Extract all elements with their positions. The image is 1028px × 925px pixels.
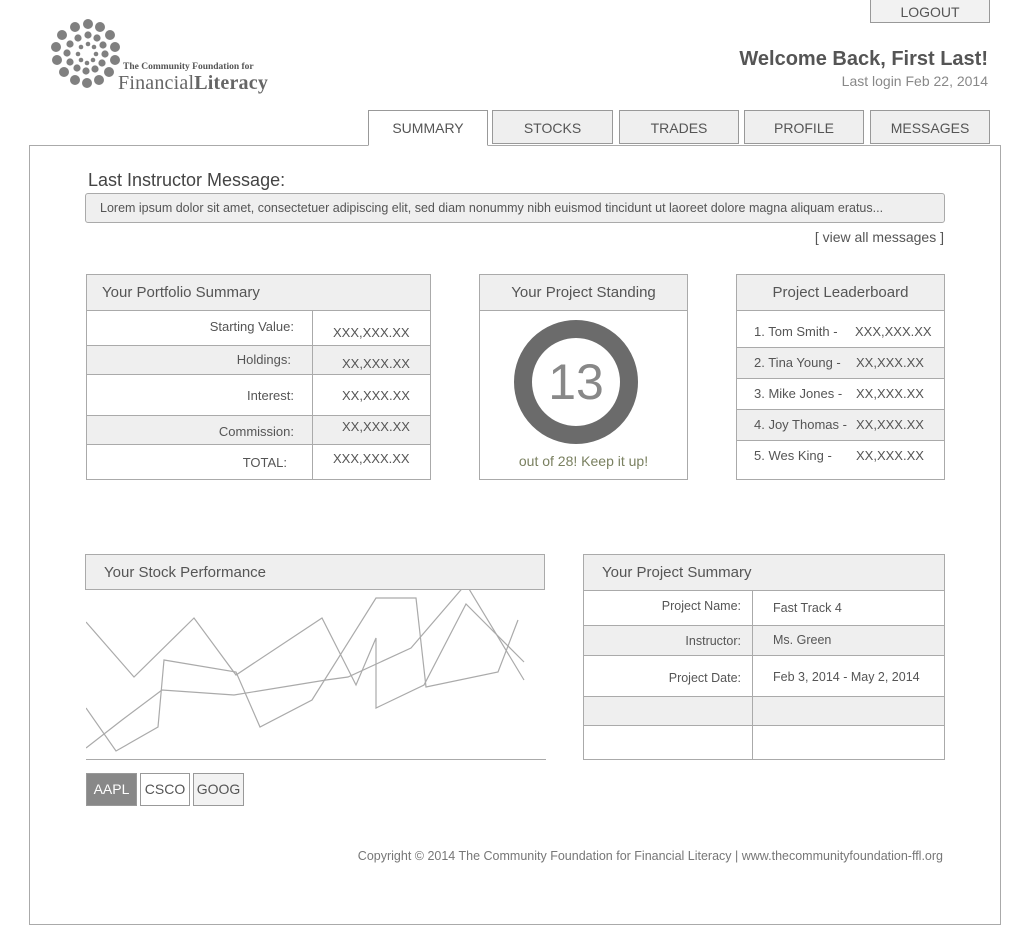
portfolio-summary-card: Your Portfolio Summary Starting Value: X…	[86, 274, 431, 480]
portfolio-table: Starting Value: XXX,XXX.XX Holdings: XX,…	[87, 310, 430, 479]
welcome-message: Welcome Back, First Last!	[739, 48, 988, 70]
row-value: XX,XXX.XX	[342, 356, 410, 371]
list-item: 3. Mike Jones - XX,XXX.XX	[737, 379, 944, 410]
row-value: Feb 3, 2014 - May 2, 2014	[773, 670, 920, 684]
row-label: Interest:	[247, 388, 294, 403]
leader-value: XX,XXX.XX	[856, 448, 924, 463]
project-standing-title: Your Project Standing	[480, 275, 687, 311]
logo-dots-icon	[51, 19, 120, 88]
standing-rank: 13	[548, 354, 604, 410]
tab-profile[interactable]: PROFILE	[744, 110, 864, 144]
table-row	[584, 726, 944, 760]
stock-line	[85, 597, 519, 752]
row-label: TOTAL:	[242, 455, 287, 470]
logo-word-2: Literacy	[194, 72, 269, 94]
tab-stocks[interactable]: STOCKS	[492, 110, 613, 144]
leader-name: 3. Mike Jones -	[754, 386, 843, 401]
stock-chart-svg	[85, 582, 525, 752]
logo-wordmark: FinancialLiteracy	[118, 72, 268, 95]
table-row: Project Name: Fast Track 4	[584, 590, 944, 626]
main-panel	[29, 145, 1001, 925]
standing-caption: out of 28! Keep it up!	[518, 453, 649, 469]
row-value: Ms. Green	[773, 633, 832, 647]
leader-name: 1. Tom Smith -	[754, 324, 838, 339]
logo-tagline: The Community Foundation for	[123, 62, 254, 72]
instructor-message-title: Last Instructor Message:	[88, 170, 286, 190]
table-row: TOTAL: XXX,XXX.XX	[87, 445, 430, 480]
row-label: Starting Value:	[209, 319, 294, 334]
row-value: XX,XXX.XX	[342, 419, 410, 434]
row-label: Instructor:	[685, 634, 741, 648]
column-divider	[312, 310, 313, 479]
table-row: Instructor: Ms. Green	[584, 626, 944, 656]
leader-value: XXX,XXX.XX	[855, 324, 932, 339]
leader-name: 5. Wes King -	[754, 448, 832, 463]
list-item: 4. Joy Thomas - XX,XXX.XX	[737, 410, 944, 441]
row-value: XXX,XXX.XX	[333, 451, 410, 466]
list-item: 1. Tom Smith - XXX,XXX.XX	[737, 317, 944, 348]
table-row: Starting Value: XXX,XXX.XX	[87, 310, 430, 346]
leaderboard-card: Project Leaderboard 1. Tom Smith - XXX,X…	[736, 274, 945, 480]
logo-word-1: Financial	[118, 72, 195, 94]
column-divider	[752, 590, 753, 759]
stock-line	[85, 582, 525, 749]
tab-trades[interactable]: TRADES	[619, 110, 739, 144]
leader-name: 2. Tina Young -	[754, 355, 841, 370]
row-value: XX,XXX.XX	[342, 388, 410, 403]
stock-chart	[85, 582, 546, 760]
logout-button[interactable]: LOGOUT	[870, 0, 990, 23]
project-summary-card: Your Project Summary Project Name: Fast …	[583, 554, 945, 760]
footer-copyright: Copyright © 2014 The Community Foundatio…	[357, 849, 943, 863]
leader-value: XX,XXX.XX	[856, 355, 924, 370]
table-row	[584, 697, 944, 726]
row-label: Project Date:	[668, 671, 741, 685]
table-row: Project Date: Feb 3, 2014 - May 2, 2014	[584, 656, 944, 697]
stock-button-goog[interactable]: GOOG	[193, 773, 244, 806]
stock-button-aapl[interactable]: AAPL	[86, 773, 137, 806]
leader-value: XX,XXX.XX	[856, 417, 924, 432]
last-login: Last login Feb 22, 2014	[841, 73, 988, 89]
stock-line	[85, 602, 525, 709]
row-value: XXX,XXX.XX	[333, 325, 410, 340]
leader-value: XX,XXX.XX	[856, 386, 924, 401]
row-value: Fast Track 4	[773, 601, 842, 615]
table-row: Holdings: XX,XXX.XX	[87, 346, 430, 375]
portfolio-summary-title: Your Portfolio Summary	[87, 275, 430, 311]
row-label: Commission:	[218, 424, 294, 439]
leaderboard-list: 1. Tom Smith - XXX,XXX.XX 2. Tina Young …	[737, 310, 944, 479]
row-label: Project Name:	[661, 599, 741, 613]
row-label: Holdings:	[236, 352, 291, 367]
tab-summary[interactable]: SUMMARY	[368, 110, 488, 146]
project-summary-title: Your Project Summary	[584, 555, 944, 591]
stock-button-csco[interactable]: CSCO	[140, 773, 190, 806]
project-summary-table: Project Name: Fast Track 4 Instructor: M…	[584, 590, 944, 759]
table-row: Interest: XX,XXX.XX	[87, 375, 430, 416]
leaderboard-title: Project Leaderboard	[737, 275, 944, 311]
stock-performance-title: Your Stock Performance	[86, 555, 544, 589]
tab-messages[interactable]: MESSAGES	[870, 110, 990, 144]
stock-performance-header: Your Stock Performance	[85, 554, 545, 590]
list-item: 5. Wes King - XX,XXX.XX	[737, 441, 944, 472]
instructor-message-box: Lorem ipsum dolor sit amet, consectetuer…	[85, 193, 945, 223]
table-row: Commission: XX,XXX.XX	[87, 416, 430, 445]
leader-name: 4. Joy Thomas -	[754, 417, 847, 432]
list-item: 2. Tina Young - XX,XXX.XX	[737, 348, 944, 379]
view-all-messages-link[interactable]: [ view all messages ]	[815, 229, 944, 245]
